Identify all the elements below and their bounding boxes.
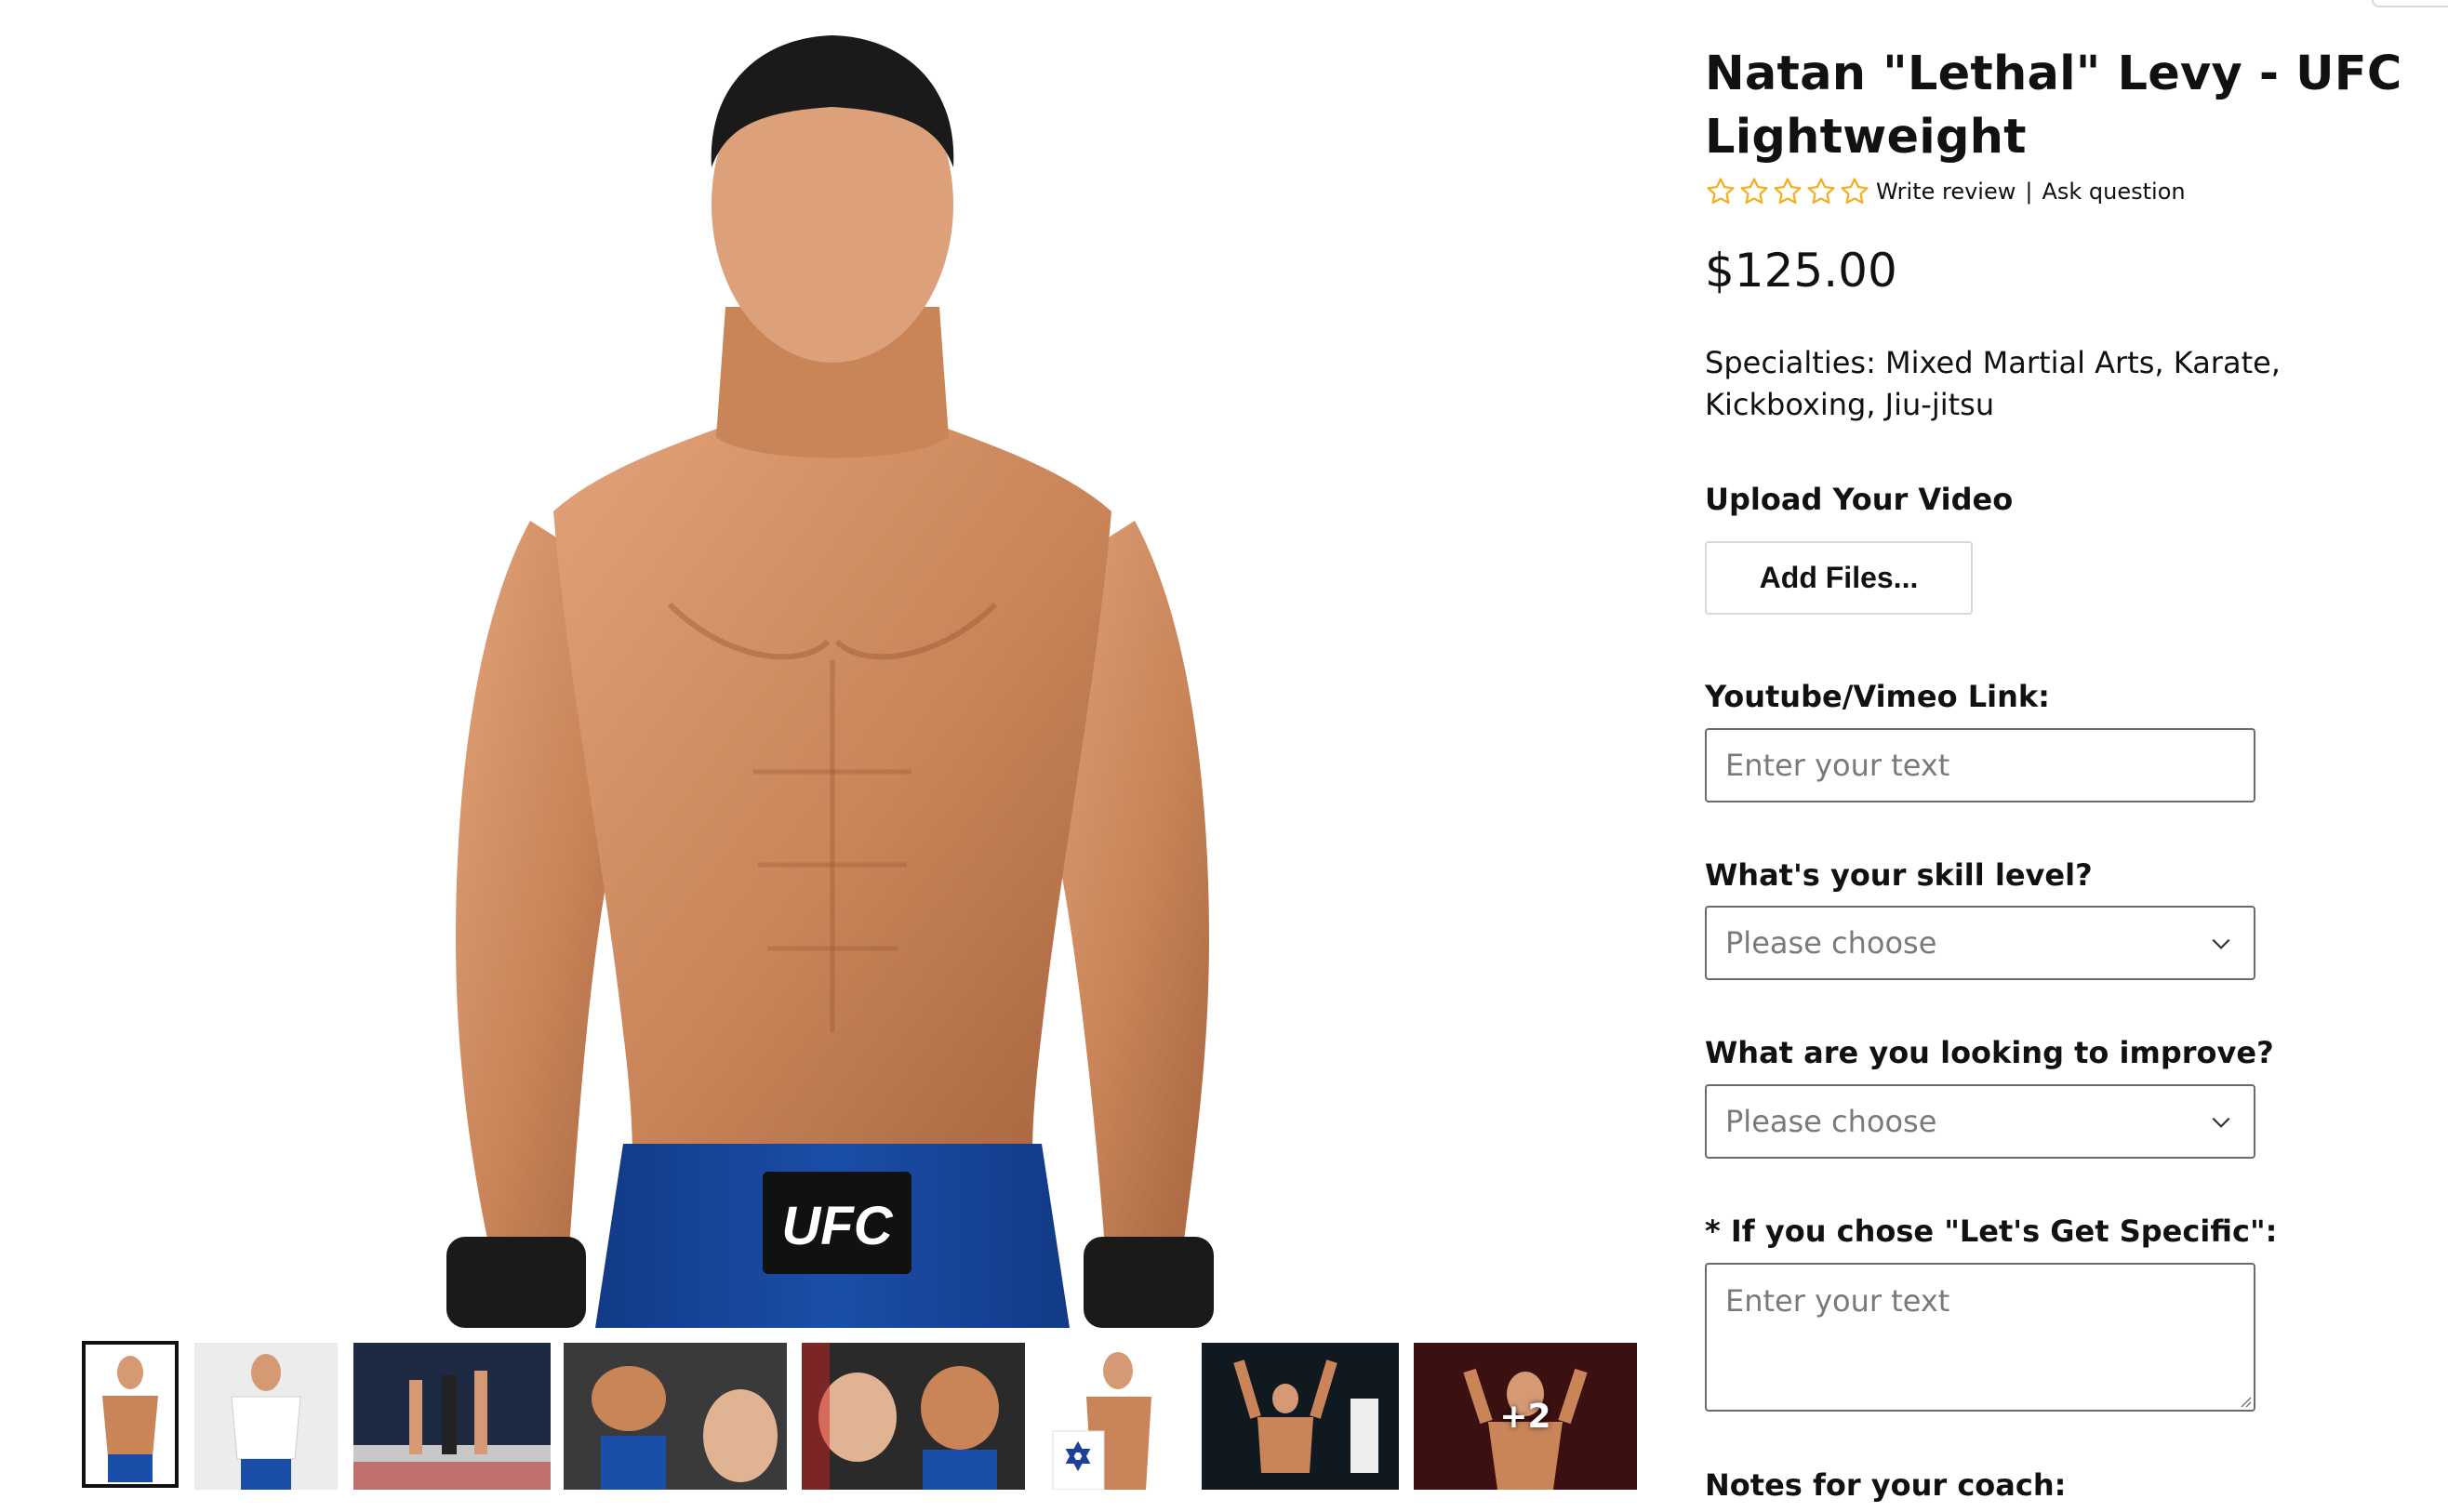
thumb-white-shirt[interactable] xyxy=(194,1343,338,1490)
skill-level-value: Please choose xyxy=(1725,925,1937,961)
star-rating[interactable] xyxy=(1705,176,1870,207)
product-specialties: Specialties: Mixed Martial Arts, Karate,… xyxy=(1705,345,2281,422)
resize-grip-icon[interactable] xyxy=(2237,1393,2252,1408)
product-price: $125.00 xyxy=(1705,244,1897,298)
rating-row: Write review | Ask question xyxy=(1705,173,2186,210)
thumb-victory-arms[interactable] xyxy=(1202,1343,1399,1490)
write-review-link[interactable]: Write review xyxy=(1876,179,2016,205)
thumb-fight-kick[interactable] xyxy=(564,1343,787,1490)
star-outline-icon xyxy=(1841,178,1869,205)
video-link-label: Youtube/Vimeo Link: xyxy=(1705,679,2050,714)
link-separator: | xyxy=(2025,179,2033,205)
main-product-image[interactable]: UFC xyxy=(391,28,1274,1328)
product-details: Natan "Lethal" Levy - UFC Lightweight Wr… xyxy=(1705,0,2448,1512)
thumb-fight-punch[interactable] xyxy=(802,1343,1025,1490)
specific-textarea[interactable] xyxy=(1705,1263,2255,1412)
improve-label: What are you looking to improve? xyxy=(1705,1035,2274,1070)
star-outline-icon xyxy=(1774,178,1802,205)
chevron-down-icon xyxy=(2212,938,2230,949)
thumb-octagon-win[interactable] xyxy=(353,1343,551,1490)
shorts-logo-text: UFC xyxy=(781,1196,893,1256)
coach-notes-label: Notes for your coach: xyxy=(1705,1467,2067,1503)
star-outline-icon xyxy=(1807,178,1835,205)
fighter-portrait-image: UFC xyxy=(446,35,1214,1328)
add-files-button[interactable]: Add Files... xyxy=(1705,541,1973,615)
product-gallery: UFC +2 xyxy=(0,0,1674,1512)
video-link-input[interactable] xyxy=(1705,728,2255,802)
upload-video-label: Upload Your Video xyxy=(1705,482,2014,517)
thumb-portrait[interactable] xyxy=(82,1341,179,1488)
skill-level-label: What's your skill level? xyxy=(1705,857,2093,893)
more-images-count: +2 xyxy=(1499,1397,1551,1436)
star-outline-icon xyxy=(1707,178,1735,205)
improve-value: Please choose xyxy=(1725,1104,1937,1139)
star-outline-icon xyxy=(1740,178,1768,205)
skill-level-select[interactable]: Please choose xyxy=(1705,906,2255,980)
ask-question-link[interactable]: Ask question xyxy=(2042,179,2185,205)
chevron-down-icon xyxy=(2212,1117,2230,1128)
specific-label: * If you chose "Let's Get Specific": xyxy=(1705,1214,2278,1249)
improve-select[interactable]: Please choose xyxy=(1705,1084,2255,1159)
product-title: Natan "Lethal" Levy - UFC Lightweight xyxy=(1705,46,2402,165)
thumb-israel-flag[interactable] xyxy=(1044,1343,1187,1490)
thumb-weigh-in[interactable]: +2 xyxy=(1414,1343,1637,1490)
